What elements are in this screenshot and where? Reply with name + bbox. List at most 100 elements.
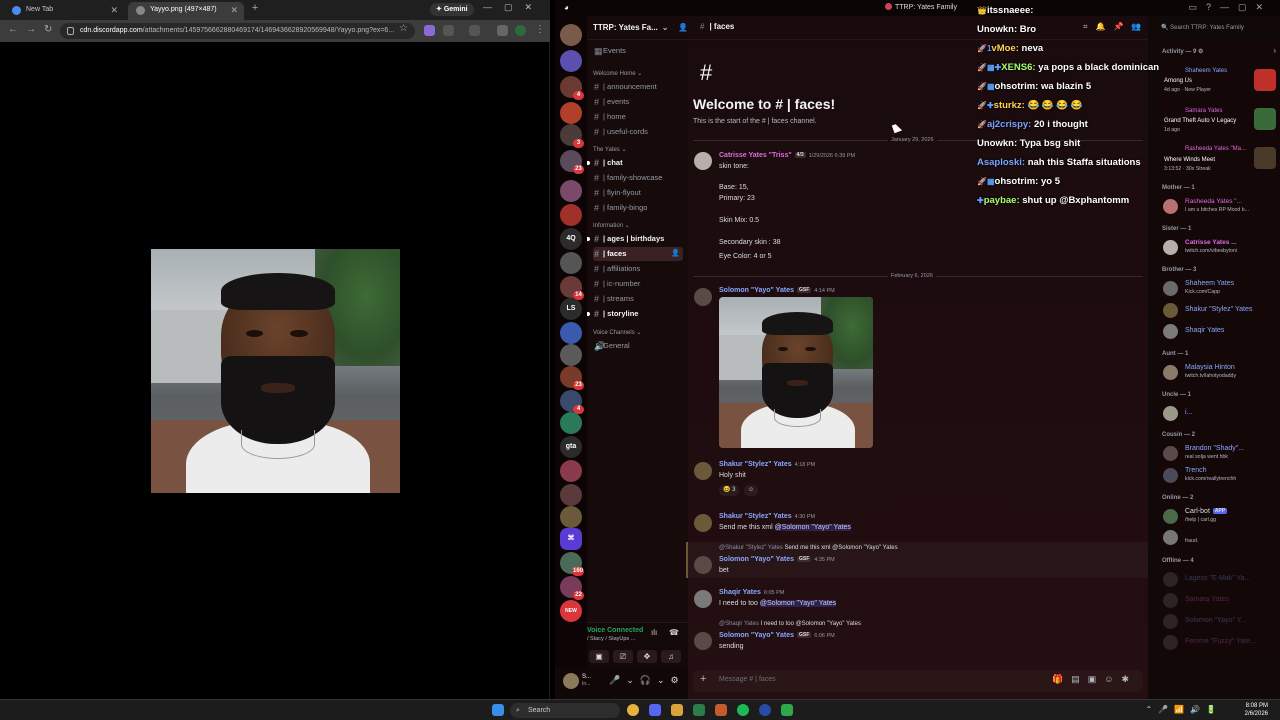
server-icon[interactable] <box>560 102 582 124</box>
disconnect-icon[interactable]: ☎ <box>669 628 679 637</box>
server-icon[interactable] <box>560 50 582 72</box>
voice-channel-general[interactable]: 🔊 General <box>593 339 683 353</box>
avatar[interactable] <box>694 556 712 574</box>
activities-icon[interactable]: ✥ <box>637 650 657 663</box>
server-icon[interactable]: 3 <box>560 124 584 148</box>
member-name[interactable]: Shakur "Stylez" Yates <box>1185 306 1252 313</box>
tab-new-tab[interactable]: New Tab ✕ <box>4 2 124 20</box>
channel-faces[interactable]: # | faces 👤 <box>593 247 683 261</box>
message-author[interactable]: Solomon "Yayo" Yates GSF 6:06 PM <box>719 632 835 639</box>
titlebar-controls[interactable]: ▭?—▢✕ <box>1188 2 1272 13</box>
tab-yayyo-image[interactable]: Yayyo.png (497×487) ✕ <box>128 2 244 20</box>
avatar[interactable] <box>1163 530 1178 545</box>
add-reaction-icon[interactable]: ☺ <box>744 485 759 496</box>
member-name[interactable]: Trench <box>1185 467 1207 474</box>
gta-thumbnail[interactable] <box>1254 108 1276 130</box>
discord-taskbar-icon[interactable] <box>649 704 661 716</box>
bookmark-star-icon[interactable]: ☆ <box>399 23 408 34</box>
image-attachment[interactable] <box>719 297 873 448</box>
close-tab-icon[interactable]: ✕ <box>110 2 118 18</box>
user-mention[interactable]: @Solomon "Yayo" Yates <box>759 600 837 607</box>
screenshare-icon[interactable]: ⎚ <box>613 650 633 663</box>
activity-member[interactable]: Samara Yates <box>1185 108 1222 114</box>
avatar[interactable] <box>563 673 579 689</box>
channel-family-showcase[interactable]: # | family-showcase <box>593 171 683 185</box>
taskbar-clock[interactable]: 8:08 PM 2/6/2026 <box>1245 702 1268 718</box>
member-name[interactable]: i... <box>1185 409 1192 416</box>
channel-affiliations[interactable]: # | affiliations <box>593 262 683 276</box>
member-name[interactable]: Shaqir Yates <box>1185 327 1224 334</box>
gemini-button[interactable]: ✦ Gemini <box>430 3 474 16</box>
camera-icon[interactable]: ▣ <box>589 650 609 663</box>
avatar[interactable] <box>515 25 526 36</box>
category-information[interactable]: Information ⌄ <box>593 222 630 229</box>
member-name[interactable]: Carl-bot APP <box>1185 508 1228 515</box>
message-author[interactable]: Shakur "Stylez" Yates 4:18 PM <box>719 461 815 468</box>
events-item[interactable]: ▦ Events <box>593 44 683 58</box>
new-tab-button[interactable]: + <box>248 2 262 14</box>
message-author[interactable]: Solomon "Yayo" Yates GSF 4:35 PM <box>719 556 835 563</box>
chevron-right-icon[interactable]: › <box>1273 46 1276 55</box>
system-tray[interactable]: ⌃🎤📶🔊🔋 <box>1145 705 1222 714</box>
member-name[interactable]: Brandon "Shady"... <box>1185 445 1244 452</box>
channel-useful-cords[interactable]: # | useful-cords <box>593 125 683 139</box>
search-input[interactable]: 🔍 Search TTRP: Yates Family <box>1157 22 1275 35</box>
back-icon[interactable]: ← <box>8 24 18 35</box>
member-name[interactable]: Catrisse Yates ... <box>1185 239 1237 246</box>
server-icon[interactable] <box>560 204 582 226</box>
app-taskbar-icon[interactable] <box>693 704 705 716</box>
avatar[interactable] <box>694 152 712 170</box>
signal-icon[interactable]: ılı <box>651 628 657 637</box>
message-input[interactable]: + Message # | faces 🎁▤▣☺✱ <box>693 670 1143 692</box>
server-icon[interactable]: 23 <box>560 366 584 390</box>
server-icon[interactable] <box>560 344 582 366</box>
server-icon[interactable]: 22 <box>560 576 584 600</box>
address-bar[interactable]: cdn.discordapp.com/attachments/145975666… <box>60 23 415 39</box>
reaction-button[interactable]: 😆 3 <box>719 485 740 496</box>
activity-member[interactable]: Shaheem Yates <box>1185 68 1227 74</box>
member-name[interactable]: Lagess "E-Mak" Ya... <box>1185 575 1250 582</box>
server-icon-ls[interactable]: LS <box>560 298 582 320</box>
profile-icon[interactable] <box>497 25 508 36</box>
among-us-thumbnail[interactable] <box>1254 69 1276 91</box>
reload-icon[interactable]: ↻ <box>44 24 52 35</box>
user-controls[interactable]: 🎤⌄🎧⌄⚙ <box>609 675 685 686</box>
avatar[interactable] <box>1163 365 1178 380</box>
app-taskbar-icon[interactable] <box>781 704 793 716</box>
server-icon[interactable]: 23 <box>560 150 584 174</box>
server-icon-new[interactable]: NEW <box>560 600 582 622</box>
channel-storyline[interactable]: # | storyline <box>587 307 683 321</box>
extension-icon[interactable] <box>424 25 435 36</box>
member-name[interactable]: Malaysia Hinton <box>1185 364 1235 371</box>
invite-people-icon[interactable]: 👤 <box>678 16 688 40</box>
member-name[interactable]: Femme "Fuzzy" Yate... <box>1185 638 1256 645</box>
file-explorer-icon[interactable] <box>671 704 683 716</box>
member-name[interactable]: Solomon "Yayo" Y... <box>1185 617 1246 624</box>
spotify-icon[interactable] <box>737 704 749 716</box>
user-mention[interactable]: @Solomon "Yayo" Yates <box>774 524 851 531</box>
voice-channel-path[interactable]: / Stacy / StayUps ... <box>587 636 635 642</box>
close-tab-icon[interactable]: ✕ <box>230 2 238 18</box>
channel-family-bingo[interactable]: # | family-bingo <box>593 201 683 215</box>
discover-server-icon[interactable]: ⌘ <box>560 528 582 550</box>
member-name[interactable]: Shaheem Yates <box>1185 280 1234 287</box>
avatar[interactable] <box>694 462 712 480</box>
avatar[interactable] <box>1163 303 1178 318</box>
server-icon[interactable] <box>560 252 582 274</box>
channel-flyin-flyout[interactable]: # | flyin-flyout <box>593 186 683 200</box>
avatar[interactable] <box>1163 468 1178 483</box>
channel-home[interactable]: # | home <box>593 110 683 124</box>
avatar[interactable] <box>1163 199 1178 214</box>
guild-header[interactable]: TTRP: Yates Fa... ⌄ 👤 <box>587 16 688 40</box>
message-author[interactable]: Shaqir Yates 6:05 PM <box>719 589 784 596</box>
app-taskbar-icon[interactable] <box>715 704 727 716</box>
avatar[interactable] <box>1163 281 1178 296</box>
channel-streams[interactable]: # | streams <box>593 292 683 306</box>
server-icon[interactable] <box>560 412 582 434</box>
message-author[interactable]: Shakur "Stylez" Yates 4:30 PM <box>719 513 815 520</box>
chrome-taskbar-icon[interactable] <box>627 704 639 716</box>
where-winds-meet-thumbnail[interactable] <box>1254 147 1276 169</box>
server-icon[interactable]: 4 <box>560 76 584 100</box>
avatar[interactable] <box>1163 406 1178 421</box>
extensions-puzzle-icon[interactable] <box>443 25 454 36</box>
